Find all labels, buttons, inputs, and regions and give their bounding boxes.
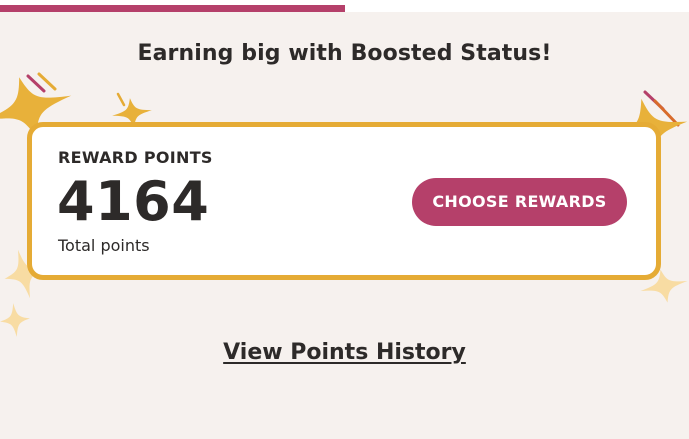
choose-rewards-button[interactable]: CHOOSE REWARDS [412,178,627,226]
star-icon [0,301,32,339]
points-history-link-container: View Points History [0,337,689,369]
view-points-history-link[interactable]: View Points History [223,340,466,365]
points-label: Total points [58,236,150,255]
reward-points-title: REWARD POINTS [58,148,213,167]
points-value: 4164 [57,170,210,233]
page-headline: Earning big with Boosted Status! [137,41,552,66]
reward-points-card: REWARD POINTS 4164 Total points CHOOSE R… [27,122,661,280]
